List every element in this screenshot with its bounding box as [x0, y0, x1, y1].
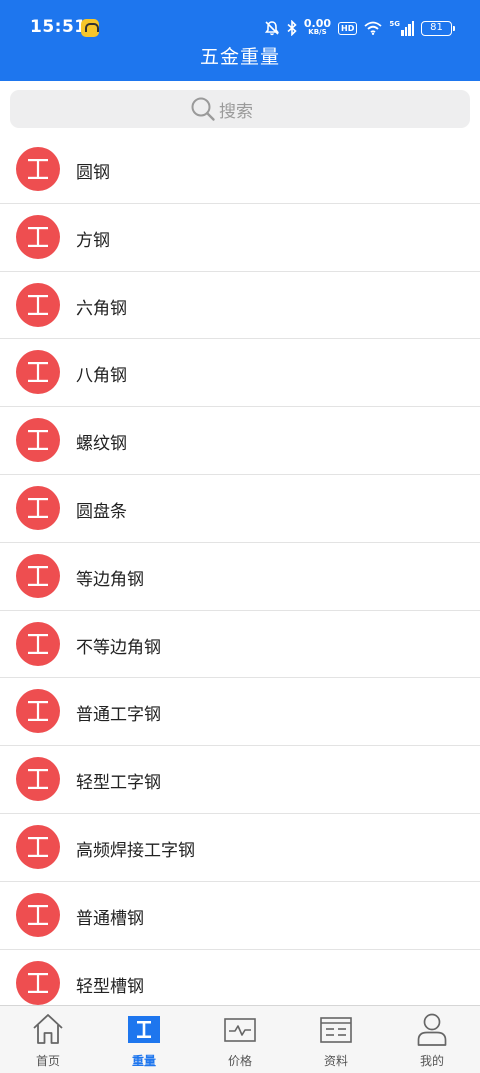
battery-icon: 81 — [421, 20, 455, 36]
list-item-label: 八角钢 — [76, 366, 127, 387]
list-item[interactable]: 圆钢 — [0, 136, 480, 204]
list-item-label: 高频焊接工字钢 — [76, 840, 195, 861]
network-speed-value: 0.00 — [303, 17, 332, 30]
list-item[interactable]: 圆盘条 — [0, 474, 480, 543]
document-icon — [320, 1017, 352, 1043]
tab-resources[interactable]: 资料 — [288, 1006, 384, 1073]
list-item[interactable]: 六角钢 — [0, 271, 480, 340]
app-notification-icon — [81, 19, 99, 37]
list-item[interactable]: 等边角钢 — [0, 542, 480, 611]
list-item-label: 普通工字钢 — [76, 705, 161, 726]
tab-resources-label: 资料 — [323, 1054, 348, 1068]
tab-price-label: 价格 — [227, 1054, 252, 1068]
list-item[interactable]: 普通槽钢 — [0, 881, 480, 950]
i-beam-icon — [16, 621, 60, 666]
list-item[interactable]: 不等边角钢 — [0, 610, 480, 679]
tab-price[interactable]: 价格 — [192, 1006, 288, 1073]
list-item-label: 不等边角钢 — [76, 637, 161, 658]
network-speed: 0.00 KB/S — [303, 17, 332, 37]
list-item-label: 轻型槽钢 — [76, 976, 144, 997]
list-item[interactable]: 高频焊接工字钢 — [0, 813, 480, 882]
app-screen: 15:51 0.00 KB/S HD 5G 81 五金重量 搜索 圆钢 方钢 六… — [0, 0, 480, 1073]
list-item[interactable]: 普通工字钢 — [0, 678, 480, 747]
i-beam-icon — [16, 824, 60, 869]
i-beam-icon — [16, 485, 60, 530]
mute-bell-icon — [264, 21, 279, 36]
status-time: 15:51 — [30, 17, 87, 37]
list-item[interactable]: 八角钢 — [0, 339, 480, 408]
list-item-label: 等边角钢 — [76, 569, 144, 590]
search-placeholder-group: 搜索 — [190, 96, 253, 122]
status-icons: 0.00 KB/S HD 5G 81 — [264, 17, 455, 39]
search-icon — [191, 97, 215, 121]
i-beam-icon — [16, 892, 60, 937]
tab-weight[interactable]: 重量 — [96, 1006, 192, 1073]
tab-home-label: 首页 — [35, 1054, 60, 1068]
tab-home[interactable]: 首页 — [0, 1006, 96, 1073]
bottom-tab-bar: 首页 重量 价格 资料 我的 — [0, 1005, 480, 1073]
list-item-label: 螺纹钢 — [76, 434, 127, 455]
i-beam-icon — [16, 960, 60, 1005]
search-area: 搜索 — [0, 81, 480, 136]
i-beam-icon — [16, 418, 60, 463]
search-input[interactable]: 搜索 — [10, 90, 470, 128]
list-item[interactable]: 轻型工字钢 — [0, 746, 480, 814]
i-beam-icon — [16, 757, 60, 802]
cellular-signal-icon: 5G — [389, 20, 414, 36]
page-title: 五金重量 — [199, 46, 280, 68]
i-beam-icon — [16, 553, 60, 598]
list-item-label: 方钢 — [76, 230, 110, 251]
list-item[interactable]: 轻型槽钢 — [0, 949, 480, 1005]
list-item-label: 圆盘条 — [76, 501, 127, 522]
price-chart-icon — [224, 1018, 256, 1042]
search-placeholder: 搜索 — [219, 101, 253, 122]
tab-profile-label: 我的 — [419, 1054, 444, 1068]
wifi-icon — [364, 21, 382, 35]
i-beam-icon — [128, 1016, 160, 1043]
hd-icon: HD — [338, 21, 358, 35]
i-beam-icon — [16, 147, 60, 191]
list-item-label: 圆钢 — [76, 163, 110, 183]
status-bar: 15:51 0.00 KB/S HD 5G 81 — [0, 0, 480, 40]
i-beam-icon — [16, 689, 60, 734]
i-beam-icon — [16, 282, 60, 327]
list-item[interactable]: 方钢 — [0, 203, 480, 272]
bluetooth-icon — [287, 20, 297, 36]
list-item[interactable]: 螺纹钢 — [0, 407, 480, 475]
i-beam-icon — [16, 214, 60, 259]
header-bar: 15:51 0.00 KB/S HD 5G 81 五金重量 — [0, 0, 480, 81]
home-icon — [33, 1014, 63, 1044]
user-icon — [417, 1013, 447, 1046]
i-beam-icon — [16, 350, 60, 395]
list-item-label: 普通槽钢 — [76, 908, 144, 929]
list-item-label: 轻型工字钢 — [76, 773, 161, 794]
material-list: 圆钢方钢六角钢八角钢螺纹钢圆盘条等边角钢不等边角钢普通工字钢轻型工字钢高频焊接工… — [0, 136, 480, 1005]
network-speed-unit: KB/S — [308, 28, 327, 36]
tab-weight-label: 重量 — [131, 1054, 156, 1068]
list-item-label: 六角钢 — [76, 298, 127, 319]
network-type-label: 5G — [389, 20, 400, 28]
tab-profile[interactable]: 我的 — [384, 1006, 480, 1073]
